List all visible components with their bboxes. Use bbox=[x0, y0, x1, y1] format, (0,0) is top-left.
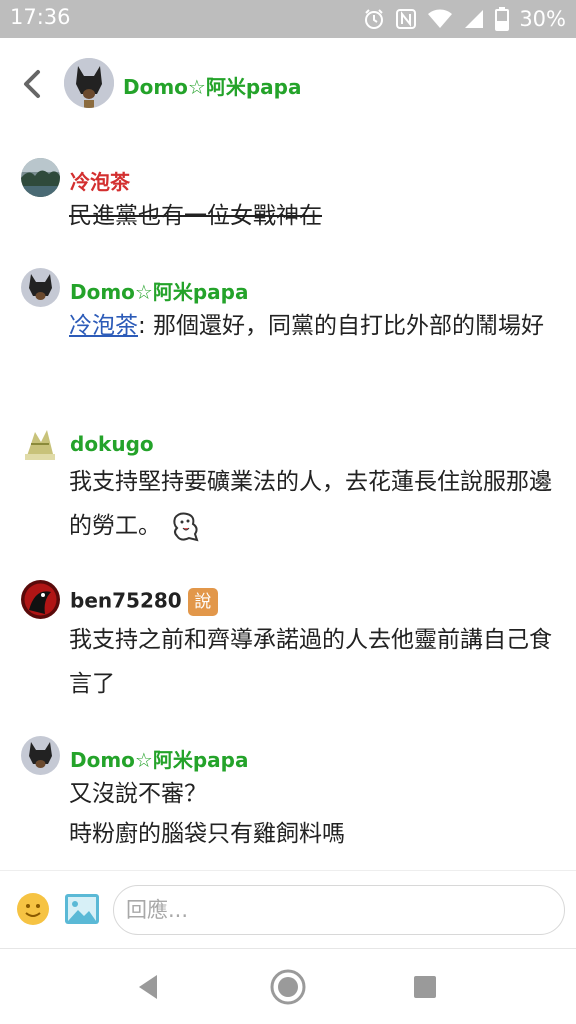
mention-link[interactable]: 冷泡茶 bbox=[69, 313, 138, 339]
comment-text: 又沒說不審？ 時粉廚的腦袋只有雞飼料嗎 bbox=[69, 774, 559, 854]
header-avatar[interactable] bbox=[64, 58, 114, 108]
chat-header: Domo☆阿米papa bbox=[0, 38, 576, 130]
reply-composer bbox=[0, 870, 576, 948]
recents-square-icon bbox=[414, 976, 436, 998]
avatar[interactable] bbox=[21, 158, 60, 197]
back-triangle-icon bbox=[139, 975, 157, 999]
comment-author-row: ben75280 說 bbox=[70, 588, 218, 616]
comment-body: : 那個還好，同黨的自打比外部的鬧場好 bbox=[138, 313, 545, 339]
status-icons: 30% bbox=[363, 5, 566, 33]
avatar[interactable] bbox=[21, 424, 60, 463]
comment-body: 我支持堅持要礦業法的人，去花蓮長住說服那邊的勞工。 bbox=[69, 469, 552, 539]
comment-author[interactable]: Domo☆阿米papa bbox=[70, 276, 248, 305]
nav-back-button[interactable] bbox=[131, 969, 167, 1005]
avatar[interactable] bbox=[21, 268, 60, 307]
comment-text: 我支持堅持要礦業法的人，去花蓮長住說服那邊的勞工。 bbox=[69, 460, 559, 548]
avatar[interactable] bbox=[21, 736, 60, 775]
back-button[interactable] bbox=[16, 64, 50, 104]
tongue-sticker-icon bbox=[173, 512, 199, 541]
comment-line: 又沒說不審？ bbox=[69, 781, 207, 807]
comment-author[interactable]: ben75280 bbox=[70, 589, 182, 613]
image-icon bbox=[65, 894, 99, 924]
wifi-icon bbox=[428, 9, 453, 28]
emoji-button[interactable] bbox=[16, 892, 50, 926]
comment-author[interactable]: 冷泡茶 bbox=[70, 166, 130, 195]
chevron-left-icon bbox=[24, 70, 40, 98]
image-button[interactable] bbox=[64, 892, 100, 926]
home-circle-icon bbox=[270, 969, 306, 1005]
nav-home-button[interactable] bbox=[270, 969, 306, 1005]
header-title[interactable]: Domo☆阿米papa bbox=[123, 71, 301, 100]
comment-body: 我支持之前和齊導承諾過的人去他靈前講自己食言了 bbox=[69, 627, 552, 697]
nav-recents-button[interactable] bbox=[407, 969, 443, 1005]
reply-input[interactable] bbox=[113, 885, 565, 935]
comment-text: 我支持之前和齊導承諾過的人去他靈前講自己食言了 bbox=[69, 618, 559, 706]
comment-body: 民進黨也有一位女戰神在 bbox=[69, 203, 322, 229]
status-time: 17:36 bbox=[10, 5, 71, 29]
say-badge: 說 bbox=[187, 588, 218, 616]
comment-author[interactable]: Domo☆阿米papa bbox=[70, 744, 248, 773]
avatar[interactable] bbox=[21, 580, 60, 619]
comment-line: 時粉廚的腦袋只有雞飼料嗎 bbox=[69, 821, 345, 847]
smiley-icon bbox=[17, 893, 49, 925]
comment-text: 民進黨也有一位女戰神在 bbox=[69, 194, 559, 238]
battery-percent: 30% bbox=[519, 7, 566, 31]
battery-icon bbox=[495, 7, 510, 31]
comment-text: 冷泡茶: 那個還好，同黨的自打比外部的鬧場好 bbox=[69, 304, 559, 348]
signal-icon bbox=[465, 10, 484, 28]
system-nav-bar bbox=[0, 948, 576, 1024]
alarm-icon bbox=[365, 9, 384, 29]
status-bar: 17:36 30% bbox=[0, 0, 576, 38]
nfc-icon bbox=[396, 9, 417, 29]
comment-author[interactable]: dokugo bbox=[70, 432, 154, 456]
